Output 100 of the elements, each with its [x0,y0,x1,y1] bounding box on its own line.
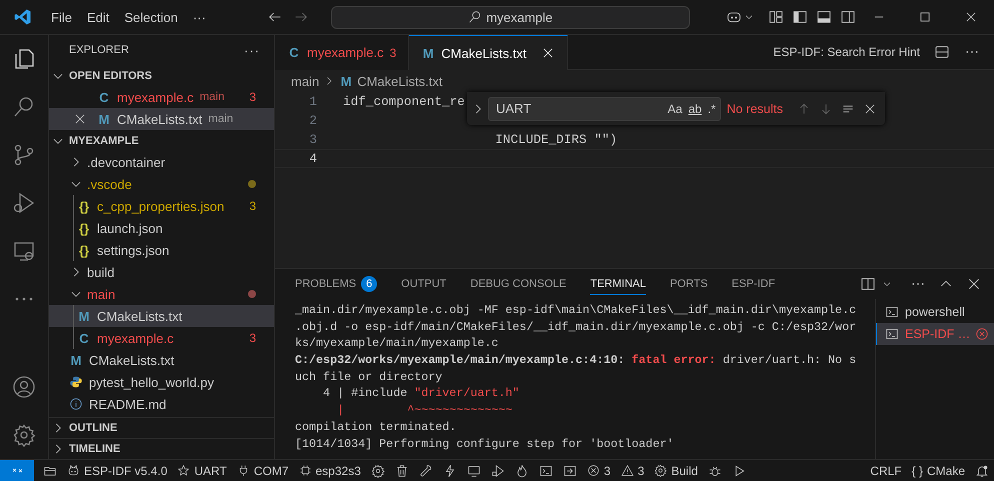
file-type-icon: C [287,46,301,60]
status-item[interactable]: CRLF [865,460,907,481]
editor-tab[interactable]: C myexample.c 3 [275,35,410,70]
folder-row[interactable]: main [49,283,274,305]
tree-entry[interactable]: M CMakeLists.txt [49,349,274,371]
status-item[interactable]: { } CMake [906,460,970,481]
folder-row[interactable]: build [49,261,274,283]
menu-item[interactable]: Edit [80,10,116,24]
status-item[interactable]: 3 [582,460,616,481]
close-icon[interactable] [540,46,555,60]
layout-icon[interactable] [792,9,808,25]
layout-icon[interactable] [768,9,784,25]
app-logo-icon [14,8,32,26]
code-line: INCLUDE_DIRS "") [494,132,618,147]
panel-tab[interactable]: ESP-IDF [732,273,776,295]
terminal-icon [885,327,899,341]
file-type-icon: C [97,90,111,104]
search-error-hint-button[interactable]: ESP-IDF: Search Error Hint [773,45,920,59]
section-header[interactable]: OUTLINE [49,417,274,438]
find-result: No results [726,102,783,116]
layout-icon[interactable] [840,9,856,25]
error-icon [975,327,990,341]
terminal-line: _main.dir/myexample.c.obj -MF esp-idf\main\CMakeFiles\__idf_main.dir\myexample.c [295,302,858,319]
count-badge: 6 [361,276,378,292]
section-header[interactable]: TIMELINE [49,438,274,459]
file-type-icon: M [97,112,111,126]
find-option-toggle[interactable]: Aa [668,102,682,116]
file-type-icon: M [77,309,91,323]
panel-tab[interactable]: PORTS [670,273,708,295]
status-item[interactable]: ESP-IDF v5.4.0 [62,460,172,481]
terminal-line: 4 | #include "driver/uart.h" [322,385,520,402]
find-option-toggle[interactable]: .* [708,102,716,116]
menu-item[interactable]: File [45,10,78,24]
menu-item[interactable]: ··· [186,10,212,24]
panel-tab[interactable]: TERMINAL [590,273,646,295]
status-item[interactable]: COM7 [232,460,294,481]
panel-tab[interactable]: PROBLEMS 6 [295,273,378,295]
command-center-field[interactable]: myexample [330,6,690,28]
panel-tab[interactable]: OUTPUT [401,273,446,295]
terminal-line: uch file or directory [295,368,444,386]
shell-list-item[interactable]: powershell [876,301,994,323]
code-line: idf_component_re [343,94,465,109]
layout-icon[interactable] [816,9,832,25]
file-type-icon: {} [77,221,91,235]
tree-entry[interactable]: M CMakeLists.txt [49,305,274,327]
file-type-icon: M [421,46,436,60]
status-item[interactable]: Build [649,460,703,481]
robot-icon [67,464,80,477]
search-icon [468,10,482,24]
tree-entry[interactable]: README.md [49,393,274,415]
terminal-line: compilation terminated. [295,418,458,436]
warning-icon [620,464,634,477]
problem-count: 3 [249,331,256,345]
open-editor-item[interactable]: M CMakeLists.txt main [49,108,274,130]
terminal-line: [1014/1034] Performing configure step for 'bootloader' [295,436,675,452]
close-icon[interactable] [863,102,877,116]
file-type-icon: M [339,74,354,88]
section-header[interactable]: OPEN EDITORS [49,65,274,86]
status-item[interactable]: 3 [616,460,650,481]
split-editor-icon[interactable] [934,44,950,60]
panel-tab[interactable]: DEBUG CONSOLE [470,273,566,295]
line-number: 1 [308,94,318,109]
section-header[interactable]: MYEXAMPLE [49,130,274,151]
settings-icon [654,464,668,477]
file-type-icon: {} [77,199,91,213]
problem-count: 3 [249,90,256,104]
braces-icon: { } [912,464,923,478]
split-icon[interactable] [860,276,876,292]
more-button[interactable]: ··· [244,42,260,58]
terminal-line: ks/myexample/main/myexample.c [295,335,500,352]
editor-tab[interactable]: M CMakeLists.txt [409,35,568,70]
terminal-line: .obj.d -o esp-idf/main/CMakeFiles/__idf_main.dir/myexample.c.obj -c C:/esp32/wor [295,318,858,336]
open-editor-item[interactable]: C myexample.c main 3 [49,86,274,108]
close-icon[interactable] [73,112,87,126]
terminal-line: C:/esp32/works/myexample/main/myexample.c:4:10: fatal error: driver/uart.h: No s [295,352,858,369]
terminal-line: | ^~~~~~~~~~~~~~~ [336,402,514,419]
find-field[interactable]: UART Aa ab .* [488,96,721,120]
status-item[interactable]: esp32s3 [294,460,366,481]
folder-row[interactable]: .vscode [49,173,274,195]
tree-entry[interactable]: pytest_hello_world.py [49,371,274,393]
sidebar-title: EXPLORER [69,44,129,56]
menu-item[interactable]: Selection [118,10,184,24]
breadcrumb-item[interactable]: main [291,74,320,88]
error-icon [586,464,600,477]
file-type-icon: {} [77,243,91,257]
star-icon [177,464,190,477]
line-number: 3 [308,132,318,147]
breadcrumb-item[interactable]: CMakeLists.txt [357,74,442,88]
folder-row[interactable]: .devcontainer [49,151,274,173]
status-dot [248,180,256,188]
status-dot [248,290,256,298]
problem-count: 3 [249,199,256,213]
file-type-icon: C [77,331,91,345]
status-item[interactable]: UART [172,460,232,481]
chip-icon [298,464,312,477]
line-number: 4 [308,151,318,166]
find-option-toggle[interactable]: ab [688,102,702,116]
file-type-icon: M [69,353,83,367]
close-icon[interactable] [966,276,982,292]
terminal-icon [885,305,899,319]
